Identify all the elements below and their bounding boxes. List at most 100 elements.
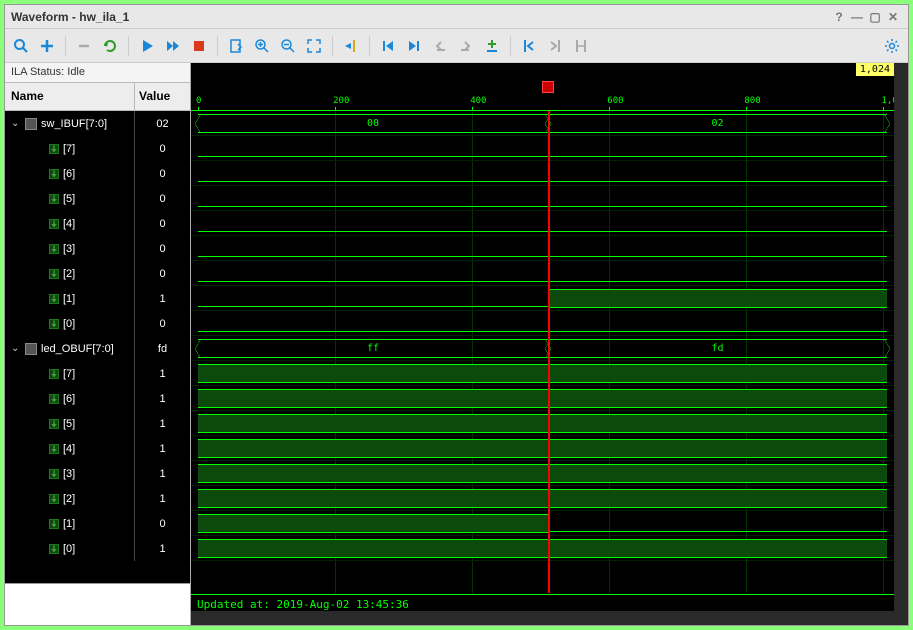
signal-name[interactable]: ⏚[0] [5,311,135,336]
signal-row[interactable]: ⏚[1]1 [5,286,190,311]
signal-name[interactable]: ⏚[6] [5,386,135,411]
add-button[interactable] [35,34,59,58]
bit-icon: ⏚ [49,519,59,529]
wave-row[interactable] [191,361,894,386]
zoom-out-button[interactable] [276,34,300,58]
signal-name[interactable]: ⌄led_OBUF[7:0] [5,336,135,361]
signal-name[interactable]: ⏚[1] [5,511,135,536]
expand-icon[interactable]: ⌄ [11,118,21,129]
next-marker-button[interactable] [543,34,567,58]
signal-name[interactable]: ⏚[1] [5,286,135,311]
help-icon[interactable]: ? [830,10,848,24]
prev-transition-button[interactable] [428,34,452,58]
signal-row[interactable]: ⏚[6]0 [5,161,190,186]
next-transition-button[interactable] [454,34,478,58]
export-button[interactable] [224,34,248,58]
signal-row[interactable]: ⏚[3]1 [5,461,190,486]
signal-row[interactable]: ⏚[1]0 [5,511,190,536]
signal-name[interactable]: ⏚[2] [5,486,135,511]
signal-list: ⌄sw_IBUF[7:0]02⏚[7]0⏚[6]0⏚[5]0⏚[4]0⏚[3]0… [5,111,190,583]
signal-name[interactable]: ⏚[7] [5,136,135,161]
close-icon[interactable]: ✕ [884,10,902,24]
wave-row[interactable] [191,286,894,311]
signal-label: [5] [63,193,75,205]
minimize-icon[interactable]: — [848,10,866,24]
signal-row[interactable]: ⌄sw_IBUF[7:0]02 [5,111,190,136]
signal-name[interactable]: ⏚[5] [5,186,135,211]
signal-name[interactable]: ⏚[4] [5,436,135,461]
bit-icon: ⏚ [49,444,59,454]
bit-low [198,256,887,257]
wave-row[interactable] [191,386,894,411]
signal-row[interactable]: ⏚[5]0 [5,186,190,211]
wave-row[interactable] [191,136,894,161]
signal-row[interactable]: ⏚[4]0 [5,211,190,236]
signal-name[interactable]: ⏚[3] [5,236,135,261]
signal-label: sw_IBUF[7:0] [41,118,107,130]
wave-row[interactable] [191,311,894,336]
signal-name[interactable]: ⏚[5] [5,411,135,436]
wave-row[interactable]: fffd [191,336,894,361]
goto-cursor-button[interactable] [339,34,363,58]
signal-row[interactable]: ⏚[7]0 [5,136,190,161]
signal-row[interactable]: ⏚[0]1 [5,536,190,561]
play-button[interactable] [135,34,159,58]
wave-row[interactable]: 0002 [191,111,894,136]
signal-row[interactable]: ⏚[2]0 [5,261,190,286]
signal-name[interactable]: ⏚[7] [5,361,135,386]
bit-icon: ⏚ [49,469,59,479]
wave-row[interactable] [191,436,894,461]
waveform-lanes[interactable]: 0002 fffd [191,111,894,593]
signal-name[interactable]: ⏚[3] [5,461,135,486]
refresh-button[interactable] [98,34,122,58]
wave-row[interactable] [191,536,894,561]
signal-row[interactable]: ⏚[0]0 [5,311,190,336]
stop-button[interactable] [187,34,211,58]
wave-row[interactable] [191,411,894,436]
wave-row[interactable] [191,236,894,261]
add-marker-button[interactable] [480,34,504,58]
swap-markers-button[interactable] [569,34,593,58]
signal-value: 1 [135,536,190,561]
wave-row[interactable] [191,261,894,286]
signal-row[interactable]: ⌄led_OBUF[7:0]fd [5,336,190,361]
wave-row[interactable] [191,461,894,486]
settings-button[interactable] [880,34,904,58]
wave-row[interactable] [191,186,894,211]
signal-row[interactable]: ⏚[4]1 [5,436,190,461]
remove-button[interactable] [72,34,96,58]
name-header[interactable]: Name [5,83,135,111]
wave-row[interactable] [191,161,894,186]
wave-row[interactable] [191,211,894,236]
window-title: Waveform - hw_ila_1 [11,10,129,24]
signal-value: 1 [135,361,190,386]
signal-name[interactable]: ⌄ sw_IBUF[7:0] [5,111,135,136]
prev-marker-button[interactable] [517,34,541,58]
vertical-scrollbar[interactable] [894,63,908,611]
signal-name[interactable]: ⏚[6] [5,161,135,186]
go-start-button[interactable] [376,34,400,58]
signal-name[interactable]: ⏚[2] [5,261,135,286]
signal-row[interactable]: ⏚[3]0 [5,236,190,261]
waveform-area[interactable]: 1,024 02004006008001,0 0002fffd Updated … [191,63,908,625]
expand-icon[interactable]: ⌄ [11,343,21,354]
horizontal-scrollbar[interactable] [191,611,894,625]
zoom-in-button[interactable] [250,34,274,58]
cursor-handle[interactable] [542,81,554,93]
zoom-fit-button[interactable] [302,34,326,58]
search-button[interactable] [9,34,33,58]
signal-row[interactable]: ⏚[2]1 [5,486,190,511]
wave-row[interactable] [191,511,894,536]
cursor-line[interactable] [548,111,550,593]
signal-name[interactable]: ⏚[4] [5,211,135,236]
wave-row[interactable] [191,486,894,511]
maximize-icon[interactable]: ▢ [866,10,884,24]
signal-row[interactable]: ⏚[6]1 [5,386,190,411]
go-end-button[interactable] [402,34,426,58]
signal-row[interactable]: ⏚[7]1 [5,361,190,386]
fast-forward-button[interactable] [161,34,185,58]
bus-segment: fd [548,339,887,358]
value-header[interactable]: Value [135,83,190,111]
signal-row[interactable]: ⏚[5]1 [5,411,190,436]
signal-name[interactable]: ⏚[0] [5,536,135,561]
